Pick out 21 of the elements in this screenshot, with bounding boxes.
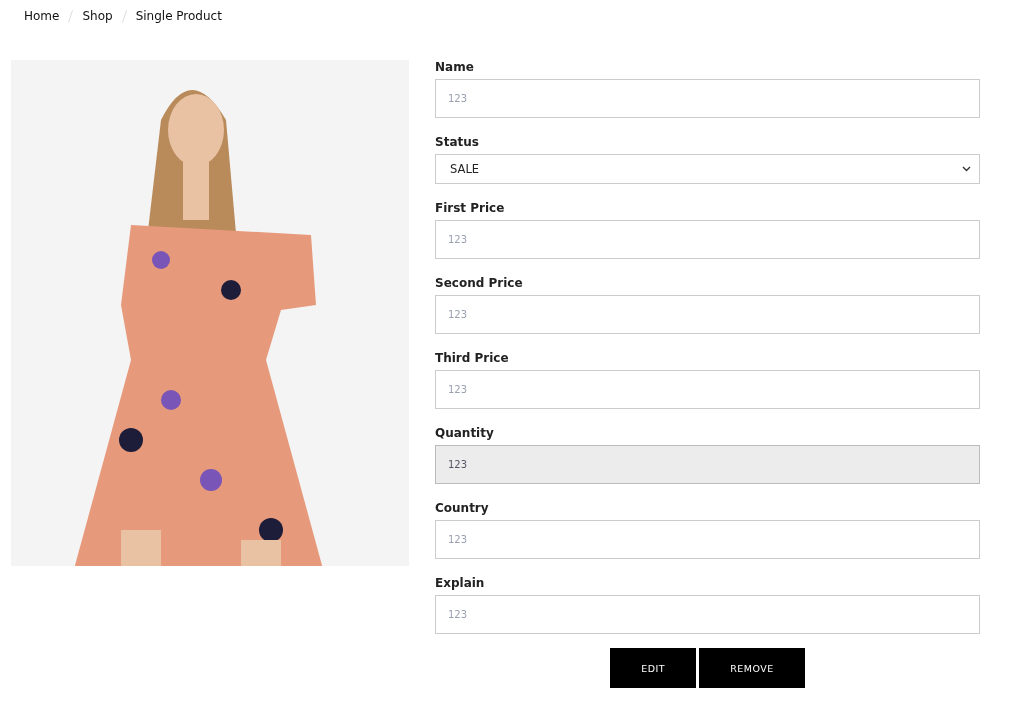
field-label: Country <box>435 501 490 515</box>
input-field[interactable]: 123 <box>435 220 980 259</box>
input-field[interactable]: 123 <box>435 79 980 118</box>
breadcrumb-link[interactable]: Home <box>24 9 60 23</box>
field-label: Explain <box>435 576 486 590</box>
input-field[interactable]: 123 <box>435 520 980 559</box>
chevron-down-icon <box>962 166 971 172</box>
field-label: First Price <box>435 201 506 215</box>
input-field[interactable]: 123 <box>435 295 980 334</box>
field-label: Name <box>435 60 475 74</box>
breadcrumb-link[interactable]: Single Product <box>135 9 222 23</box>
input-field[interactable]: 123 <box>435 595 980 634</box>
edit-button[interactable]: EDIT <box>610 648 697 688</box>
remove-button[interactable]: REMOVE <box>699 648 805 688</box>
field-label: Status <box>435 135 480 149</box>
field-label: Second Price <box>435 276 524 290</box>
field-label: Third Price <box>435 351 510 365</box>
status-select[interactable]: SALE <box>435 154 980 184</box>
input-field[interactable]: 123 <box>435 370 980 409</box>
field-label: Quantity <box>435 426 495 440</box>
breadcrumb-link[interactable]: Shop <box>82 9 113 23</box>
